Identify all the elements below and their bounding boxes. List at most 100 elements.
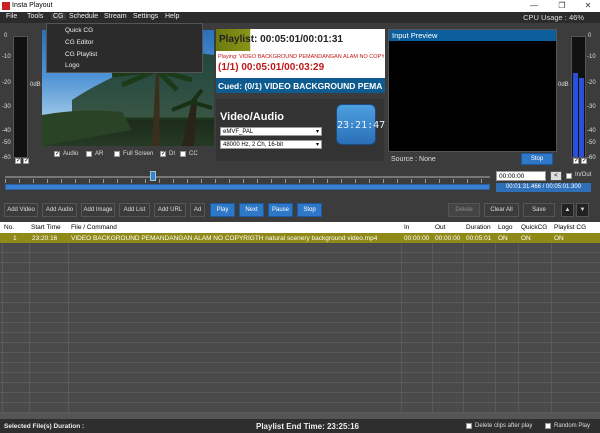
meter-label: -50 [2, 140, 11, 146]
fullscreen-label: Full Screen [123, 151, 154, 157]
video-format-value: eMVF_PAL [223, 129, 254, 135]
ar-label: AR [95, 151, 104, 157]
cell-in: 00:00:00 [404, 235, 430, 242]
menu-item-cg-playlist[interactable]: CG Playlist [65, 51, 97, 58]
add-url-button[interactable]: Add URL [154, 203, 186, 217]
play-button[interactable]: Play [210, 203, 235, 217]
menu-item-quick-cg[interactable]: Quick CG [65, 27, 93, 34]
restore-button[interactable]: ❐ [552, 1, 572, 11]
cell-playlistcg: ON [554, 235, 564, 242]
app-icon [2, 2, 10, 10]
close-button[interactable]: ✕ [578, 1, 598, 11]
meter-label: -60 [2, 155, 11, 161]
playing-counter: (1/1) 00:05:01/00:03:29 [218, 62, 325, 73]
column-header[interactable]: Logo [498, 224, 512, 231]
column-header[interactable]: Start Time [31, 224, 61, 231]
add-audio-button[interactable]: Add Audio [42, 203, 77, 217]
table-empty-grid [0, 243, 600, 413]
status-bar: Selected File(s) Duration : Playlist End… [0, 418, 600, 433]
add-image-button[interactable]: Add Image [81, 203, 115, 217]
chevron-down-icon: ▾ [315, 129, 319, 135]
minimize-button[interactable]: — [524, 1, 544, 11]
add-video-button[interactable]: Add Video [4, 203, 38, 217]
meter-checkbox[interactable] [573, 157, 579, 164]
menu-file[interactable]: File [6, 13, 17, 20]
column-header[interactable]: In [404, 224, 409, 231]
input-stop-button[interactable]: Stop [521, 153, 553, 165]
delete-after-play-label: Delete clips after play [475, 423, 533, 429]
position-readout: 00:01:31.466 / 00:05:01.300 [496, 183, 591, 192]
input-preview-panel: Input Preview [388, 29, 557, 152]
meter-checkbox[interactable] [15, 157, 21, 164]
left-audio-meter: 0 -10 -20 -30 -40 -50 -60 0dB [0, 30, 42, 165]
cell-start-time: 23:20:16 [32, 235, 58, 242]
playlist-status-panel: Playlist: 00:05:01/00:01:31 Playing: VID… [216, 29, 385, 93]
preview-options: Audio AR Full Screen DI CC [54, 150, 214, 160]
di-checkbox[interactable] [160, 150, 166, 157]
audio-label: Audio [63, 151, 79, 157]
meter-label: -50 [587, 140, 596, 146]
menu-schedule[interactable]: Schedule [69, 13, 98, 20]
delete-button[interactable]: Delete [448, 203, 480, 217]
meter-channel-r [571, 36, 586, 158]
random-play-label: Random Play [554, 423, 591, 429]
add-list-button[interactable]: Add List [119, 203, 150, 217]
cc-label: CC [189, 151, 198, 157]
menu-tools[interactable]: Tools [27, 13, 43, 20]
menu-cg[interactable]: CG [51, 13, 66, 20]
random-play-checkbox[interactable] [545, 423, 551, 429]
menu-help[interactable]: Help [165, 13, 179, 20]
column-header[interactable]: Duration [466, 224, 491, 231]
inout-checkbox[interactable] [566, 173, 572, 179]
column-header[interactable]: Out [435, 224, 445, 231]
menu-settings[interactable]: Settings [133, 13, 158, 20]
move-down-icon[interactable]: ▼ [576, 203, 589, 217]
clock-display: 23:21:47 [336, 104, 385, 145]
meter-label: -30 [587, 104, 596, 110]
meter-label: -10 [587, 54, 596, 60]
video-format-select[interactable]: eMVF_PAL ▾ [220, 127, 322, 136]
column-header[interactable]: File / Command [71, 224, 117, 231]
fullscreen-checkbox[interactable] [114, 151, 120, 157]
meter-checkbox[interactable] [581, 157, 587, 164]
cell-out: 00:00:00 [435, 235, 461, 242]
move-up-icon[interactable]: ▲ [561, 203, 574, 217]
db-label: 0dB [558, 82, 569, 88]
clear-all-button[interactable]: Clear All [484, 203, 519, 217]
progress-bar [5, 184, 490, 190]
meter-label: -20 [2, 80, 11, 86]
meter-label: -20 [587, 80, 596, 86]
playlist-table-header: No. Start Time File / Command In Out Dur… [0, 222, 600, 233]
meter-checkbox[interactable] [23, 157, 29, 164]
menu-item-logo[interactable]: Logo [65, 62, 79, 69]
delete-after-play-checkbox[interactable] [466, 423, 472, 429]
table-row[interactable]: 1 23:20:16 VIDEO BACKGROUND PEMANDANGAN … [0, 233, 600, 243]
meter-label: -10 [2, 54, 11, 60]
db-label: 0dB [30, 82, 41, 88]
column-header[interactable]: QuickCG [521, 224, 547, 231]
menu-stream[interactable]: Stream [104, 13, 127, 20]
cell-duration: 00:05:01 [466, 235, 492, 242]
next-button[interactable]: Next [239, 203, 264, 217]
menu-item-cg-editor[interactable]: CG Editor [65, 39, 94, 46]
menu-bar: File Tools CG Schedule Stream Settings H… [0, 12, 600, 23]
save-button[interactable]: Save [523, 203, 555, 217]
column-header[interactable]: Playlist CG [554, 224, 586, 231]
cell-quickcg: ON [521, 235, 531, 242]
cued-label: Cued: (0/1) VIDEO BACKGROUND PEMA [218, 81, 383, 91]
cell-logo: ON [498, 235, 508, 242]
cc-checkbox[interactable] [180, 151, 186, 157]
seek-ticks [5, 179, 490, 183]
stop-button[interactable]: Stop [297, 203, 322, 217]
add-more-button[interactable]: Ad [190, 203, 205, 217]
meter-label: 0 [4, 33, 8, 39]
time-input[interactable]: 00:00:00 [496, 171, 546, 181]
pause-button[interactable]: Pause [268, 203, 293, 217]
set-time-button[interactable]: < [550, 171, 562, 181]
ar-checkbox[interactable] [86, 151, 92, 157]
column-header[interactable]: No. [4, 224, 14, 231]
audio-checkbox[interactable] [54, 150, 60, 157]
audio-format-select[interactable]: 48000 Hz, 2 Ch, 16-bit ▾ [220, 140, 322, 149]
cpu-usage: CPU Usage : 46% [523, 13, 584, 22]
seek-track[interactable] [5, 176, 490, 178]
